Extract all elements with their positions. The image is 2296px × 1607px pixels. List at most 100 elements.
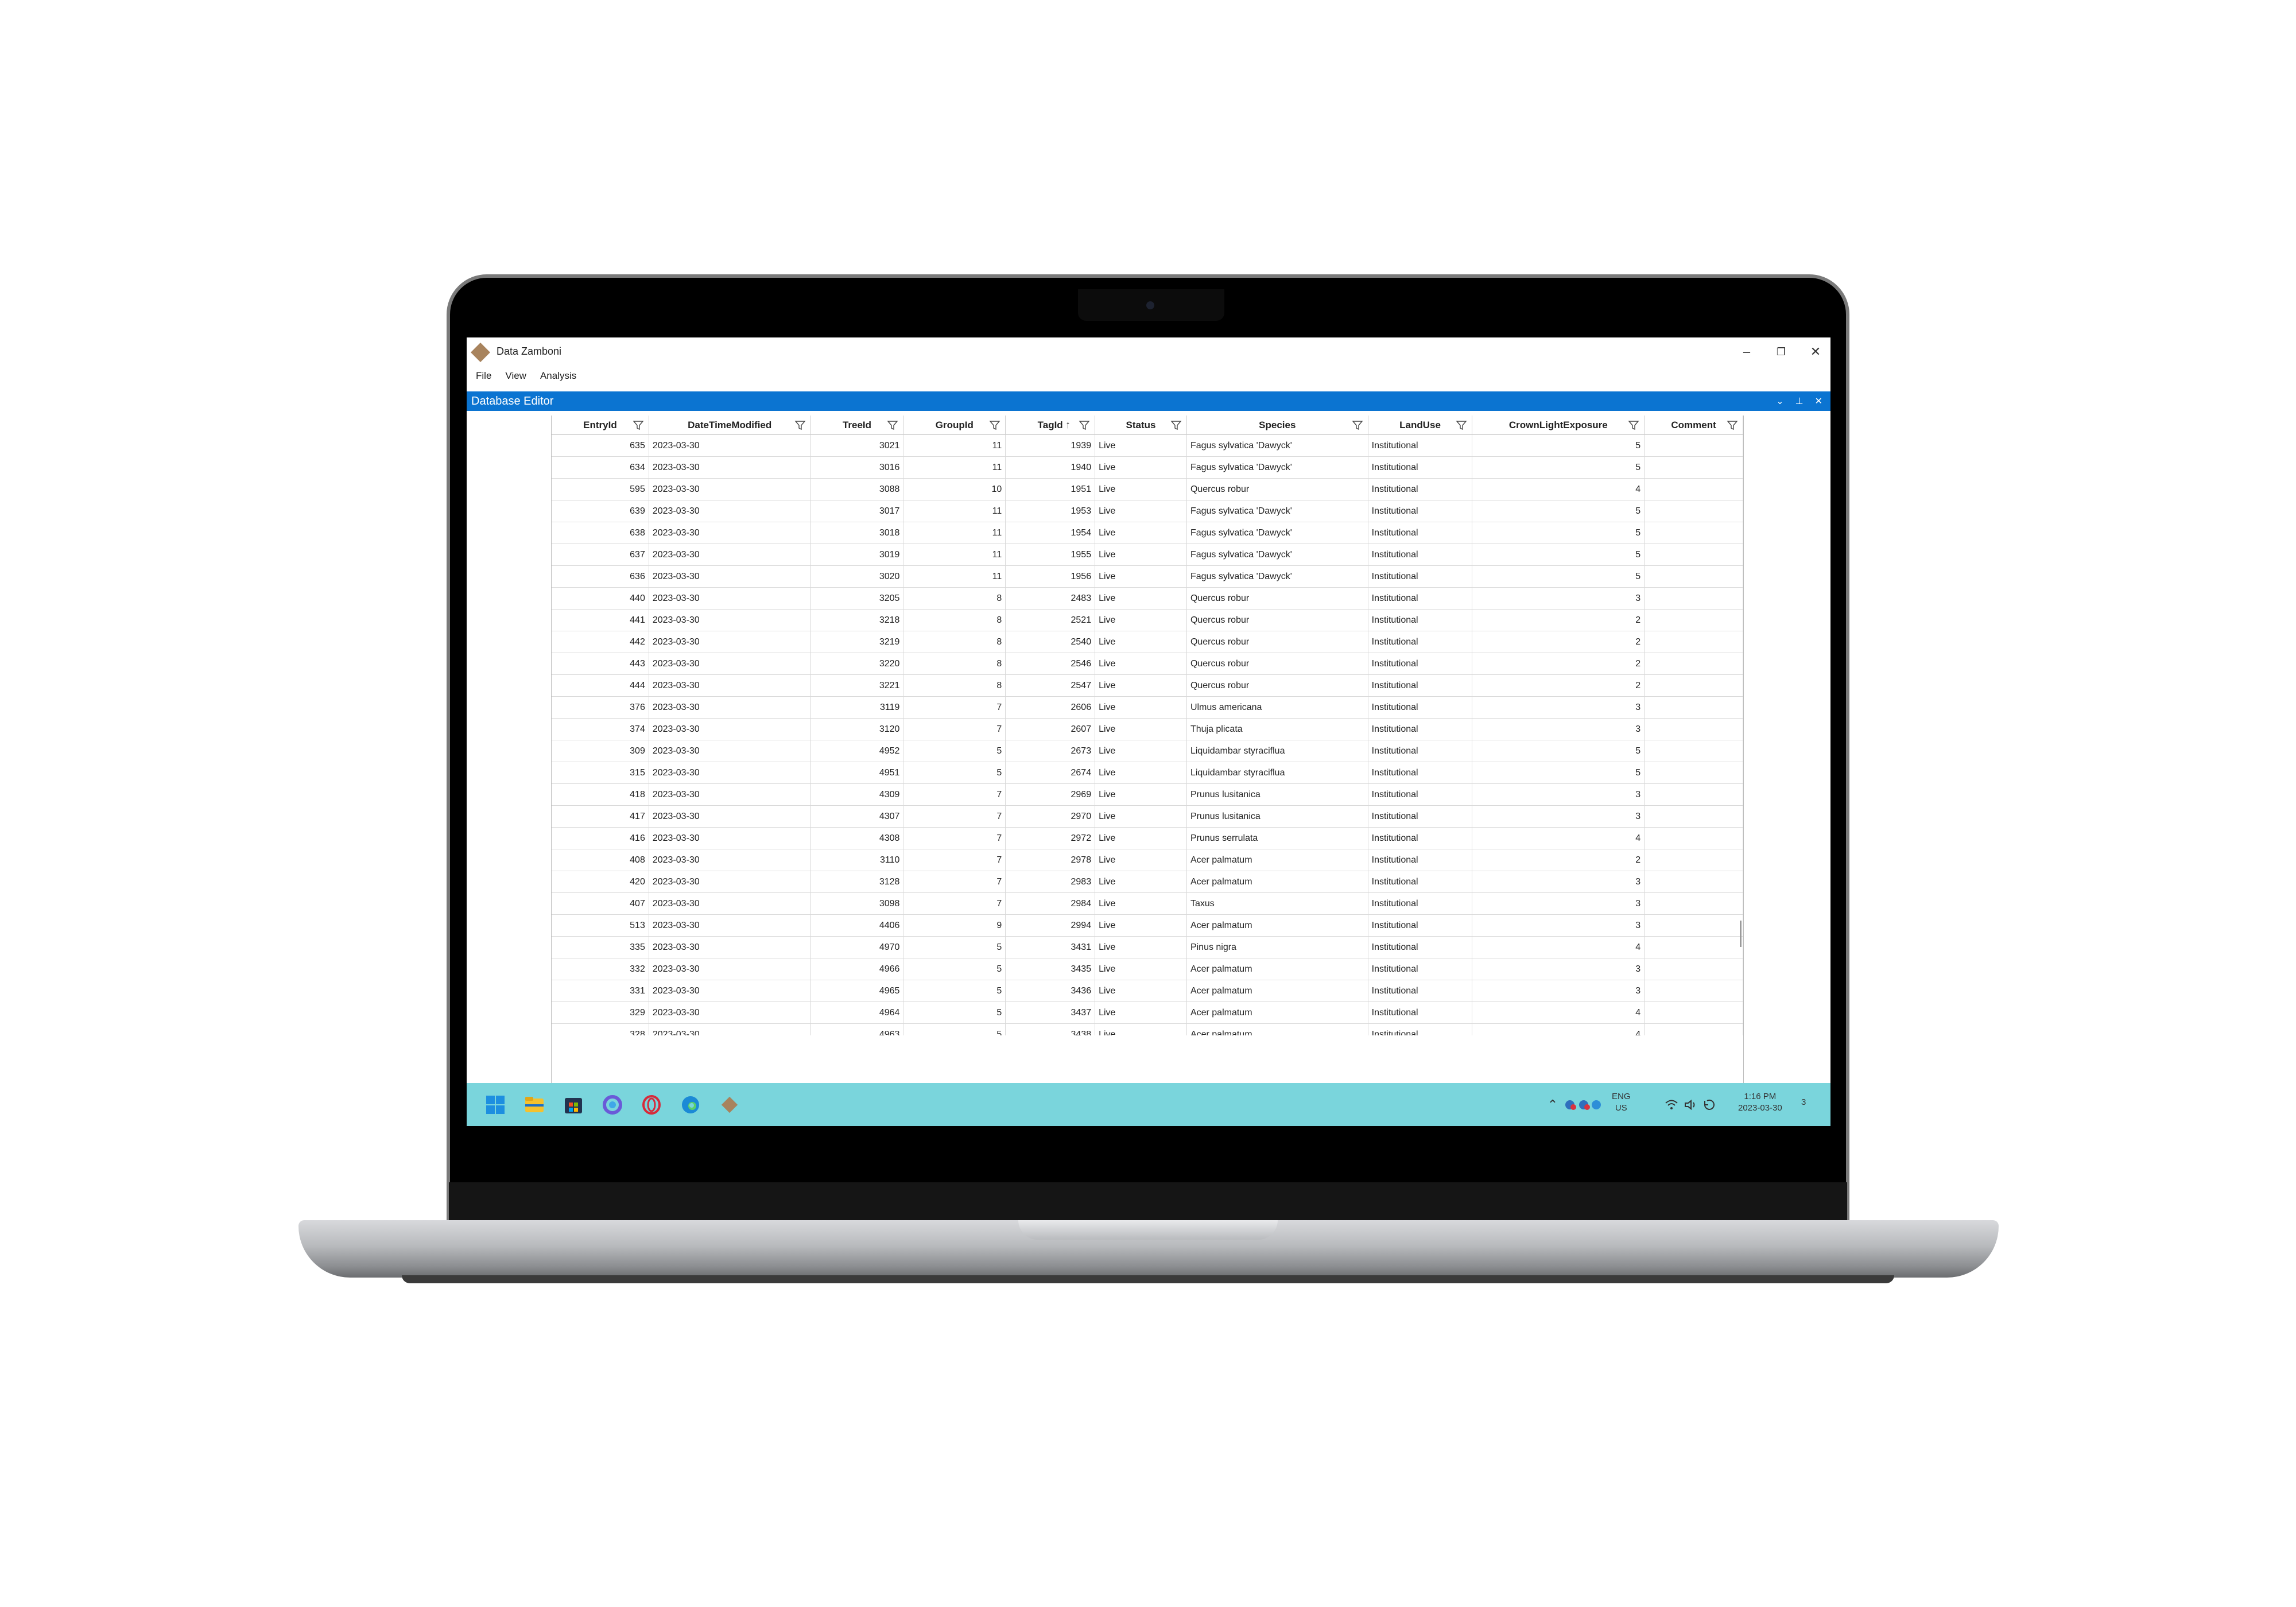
copilot-icon[interactable] bbox=[601, 1093, 624, 1116]
cell-landuse[interactable]: Institutional bbox=[1368, 937, 1473, 958]
filter-icon[interactable] bbox=[1456, 420, 1467, 431]
cell-landuse[interactable]: Institutional bbox=[1368, 915, 1473, 937]
cell-landuse[interactable]: Institutional bbox=[1368, 588, 1473, 610]
column-header-crownlightexposure[interactable]: CrownLightExposure bbox=[1472, 416, 1645, 435]
cell-datetimemodified[interactable]: 2023-03-30 bbox=[649, 849, 811, 871]
cell-comment[interactable] bbox=[1645, 566, 1743, 588]
cell-tagid[interactable]: 3435 bbox=[1006, 958, 1096, 980]
column-header-comment[interactable]: Comment bbox=[1645, 416, 1743, 435]
cell-tagid[interactable]: 3431 bbox=[1006, 937, 1096, 958]
table-row[interactable]: 444 2023-03-30 3221 8 2547 Live Quercus robur I… bbox=[552, 675, 1743, 697]
cell-groupid[interactable]: 8 bbox=[903, 588, 1006, 610]
cell-landuse[interactable]: Institutional bbox=[1368, 1002, 1473, 1024]
cell-status[interactable]: Live bbox=[1095, 675, 1187, 697]
panel-dropdown-icon[interactable]: ⌄ bbox=[1776, 395, 1783, 407]
cell-tagid[interactable]: 1956 bbox=[1006, 566, 1096, 588]
cell-entryid[interactable]: 332 bbox=[552, 958, 649, 980]
cell-treeid[interactable]: 4952 bbox=[811, 740, 904, 762]
table-row[interactable]: 335 2023-03-30 4970 5 3431 Live Pinus nigra Ins… bbox=[552, 937, 1743, 958]
cell-crownlightexposure[interactable]: 3 bbox=[1472, 958, 1645, 980]
cell-species[interactable]: Fagus sylvatica 'Dawyck' bbox=[1187, 544, 1368, 566]
cell-entryid[interactable]: 309 bbox=[552, 740, 649, 762]
file-explorer-icon[interactable] bbox=[523, 1093, 546, 1116]
cell-comment[interactable] bbox=[1645, 435, 1743, 457]
cell-groupid[interactable]: 5 bbox=[903, 958, 1006, 980]
windows-start-icon[interactable] bbox=[484, 1093, 507, 1116]
table-row[interactable]: 636 2023-03-30 3020 11 1956 Live Fagus sylvati… bbox=[552, 566, 1743, 588]
cell-crownlightexposure[interactable]: 4 bbox=[1472, 479, 1645, 500]
cell-groupid[interactable]: 8 bbox=[903, 631, 1006, 653]
cell-comment[interactable] bbox=[1645, 1024, 1743, 1035]
cell-status[interactable]: Live bbox=[1095, 849, 1187, 871]
column-header-entryid[interactable]: EntryId bbox=[552, 416, 649, 435]
cell-species[interactable]: Acer palmatum bbox=[1187, 958, 1368, 980]
cell-tagid[interactable]: 2970 bbox=[1006, 806, 1096, 828]
cell-landuse[interactable]: Institutional bbox=[1368, 544, 1473, 566]
cell-species[interactable]: Quercus robur bbox=[1187, 588, 1368, 610]
cell-entryid[interactable]: 315 bbox=[552, 762, 649, 784]
cell-datetimemodified[interactable]: 2023-03-30 bbox=[649, 544, 811, 566]
cell-comment[interactable] bbox=[1645, 479, 1743, 500]
cell-datetimemodified[interactable]: 2023-03-30 bbox=[649, 522, 811, 544]
table-row[interactable]: 332 2023-03-30 4966 5 3435 Live Acer palmatum I… bbox=[552, 958, 1743, 980]
volume-icon[interactable] bbox=[1682, 1093, 1698, 1116]
cell-comment[interactable] bbox=[1645, 544, 1743, 566]
cell-landuse[interactable]: Institutional bbox=[1368, 806, 1473, 828]
cell-landuse[interactable]: Institutional bbox=[1368, 871, 1473, 893]
cell-crownlightexposure[interactable]: 3 bbox=[1472, 980, 1645, 1002]
cell-comment[interactable] bbox=[1645, 653, 1743, 675]
cell-treeid[interactable]: 4965 bbox=[811, 980, 904, 1002]
cell-entryid[interactable]: 636 bbox=[552, 566, 649, 588]
table-row[interactable]: 376 2023-03-30 3119 7 2606 Live Ulmus american… bbox=[552, 697, 1743, 719]
cell-tagid[interactable]: 2521 bbox=[1006, 610, 1096, 631]
cell-entryid[interactable]: 417 bbox=[552, 806, 649, 828]
cell-entryid[interactable]: 639 bbox=[552, 500, 649, 522]
cell-tagid[interactable]: 2969 bbox=[1006, 784, 1096, 806]
cell-datetimemodified[interactable]: 2023-03-30 bbox=[649, 958, 811, 980]
cell-groupid[interactable]: 11 bbox=[903, 435, 1006, 457]
cell-species[interactable]: Acer palmatum bbox=[1187, 871, 1368, 893]
cell-treeid[interactable]: 3018 bbox=[811, 522, 904, 544]
tray-overflow-chevron-icon[interactable]: ⌃ bbox=[1546, 1093, 1560, 1116]
cell-status[interactable]: Live bbox=[1095, 980, 1187, 1002]
clock[interactable]: 1:16 PM 2023-03-30 bbox=[1738, 1091, 1782, 1114]
cell-tagid[interactable]: 3438 bbox=[1006, 1024, 1096, 1035]
cell-datetimemodified[interactable]: 2023-03-30 bbox=[649, 806, 811, 828]
cell-entryid[interactable]: 442 bbox=[552, 631, 649, 653]
cell-tagid[interactable]: 2546 bbox=[1006, 653, 1096, 675]
cell-landuse[interactable]: Institutional bbox=[1368, 479, 1473, 500]
cell-datetimemodified[interactable]: 2023-03-30 bbox=[649, 915, 811, 937]
cell-datetimemodified[interactable]: 2023-03-30 bbox=[649, 631, 811, 653]
cell-tagid[interactable]: 1953 bbox=[1006, 500, 1096, 522]
cell-status[interactable]: Live bbox=[1095, 828, 1187, 849]
cell-comment[interactable] bbox=[1645, 893, 1743, 915]
sort-ascending-icon[interactable]: ↑ bbox=[1065, 419, 1071, 431]
cell-crownlightexposure[interactable]: 3 bbox=[1472, 784, 1645, 806]
cell-species[interactable]: Acer palmatum bbox=[1187, 915, 1368, 937]
filter-icon[interactable] bbox=[633, 420, 644, 431]
column-header-landuse[interactable]: LandUse bbox=[1368, 416, 1473, 435]
grid-body[interactable]: 635 2023-03-30 3021 11 1939 Live Fagus sylvati… bbox=[552, 435, 1743, 1035]
cell-groupid[interactable]: 11 bbox=[903, 522, 1006, 544]
cell-tagid[interactable]: 1939 bbox=[1006, 435, 1096, 457]
cell-status[interactable]: Live bbox=[1095, 1024, 1187, 1035]
cell-crownlightexposure[interactable]: 3 bbox=[1472, 719, 1645, 740]
cell-groupid[interactable]: 10 bbox=[903, 479, 1006, 500]
cell-entryid[interactable]: 513 bbox=[552, 915, 649, 937]
cell-tagid[interactable]: 3436 bbox=[1006, 980, 1096, 1002]
cell-comment[interactable] bbox=[1645, 828, 1743, 849]
table-row[interactable]: 442 2023-03-30 3219 8 2540 Live Quercus robur I… bbox=[552, 631, 1743, 653]
filter-icon[interactable] bbox=[1170, 420, 1182, 431]
menu-analysis[interactable]: Analysis bbox=[540, 370, 576, 382]
cell-comment[interactable] bbox=[1645, 784, 1743, 806]
cell-comment[interactable] bbox=[1645, 631, 1743, 653]
cell-groupid[interactable]: 7 bbox=[903, 784, 1006, 806]
table-row[interactable]: 440 2023-03-30 3205 8 2483 Live Quercus robur I… bbox=[552, 588, 1743, 610]
wifi-icon[interactable] bbox=[1663, 1093, 1680, 1116]
cell-species[interactable]: Acer palmatum bbox=[1187, 980, 1368, 1002]
cell-landuse[interactable]: Institutional bbox=[1368, 980, 1473, 1002]
cell-crownlightexposure[interactable]: 3 bbox=[1472, 915, 1645, 937]
cell-datetimemodified[interactable]: 2023-03-30 bbox=[649, 937, 811, 958]
cell-status[interactable]: Live bbox=[1095, 740, 1187, 762]
cell-entryid[interactable]: 595 bbox=[552, 479, 649, 500]
